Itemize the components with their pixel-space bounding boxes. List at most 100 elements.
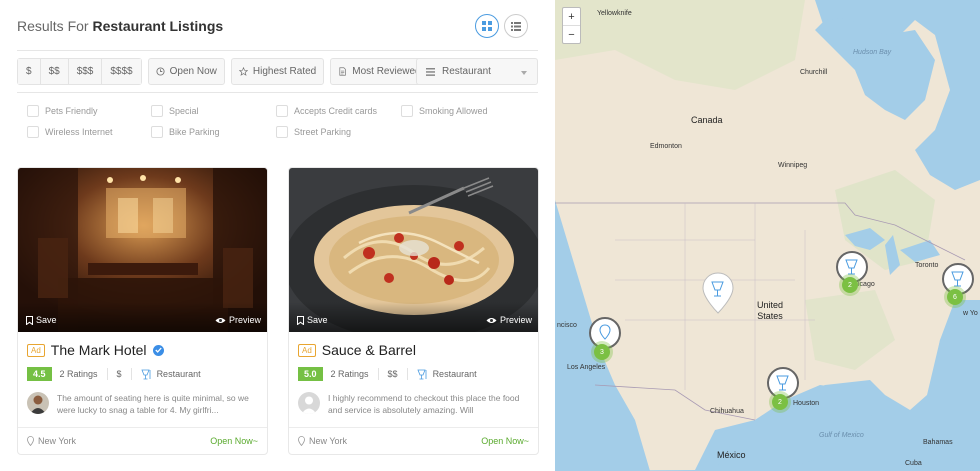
amenity-wireless-internet[interactable]: Wireless Internet [27,126,113,138]
listing-card[interactable]: Save Preview Ad The Mark Hotel 4.5 2 Rat… [17,167,268,455]
ratings-count: 2 Ratings [59,369,98,379]
map-label-united-states: United States [756,300,783,321]
map-pin-icon [298,436,305,446]
open-status: Open Now~ [210,436,258,446]
cutlery-icon [416,369,426,379]
ad-badge: Ad [27,343,45,357]
price-filter-group: $ $$ $$$ $$$$ [17,58,142,85]
map-label-chihuahua: Chihuahua [710,408,744,415]
open-status: Open Now~ [481,436,529,446]
amenity-smoking-allowed[interactable]: Smoking Allowed [401,105,488,117]
cutlery-icon [140,369,150,379]
listing-image[interactable]: Save Preview [289,168,538,332]
listing-title[interactable]: The Mark Hotel [51,342,147,358]
map-label-canada: Canada [691,115,723,125]
divider [17,50,538,51]
save-button[interactable]: Save [26,315,57,325]
map-label-mexico: México [717,450,746,460]
preview-button[interactable]: Preview [215,315,261,325]
amenity-street-parking[interactable]: Street Parking [276,126,351,138]
listing-title[interactable]: Sauce & Barrel [322,342,416,358]
map-cluster[interactable]: 3 [594,344,610,360]
divider [377,368,379,380]
price-filter-2[interactable]: $$ [40,59,69,84]
ad-badge: Ad [298,343,316,357]
category-label: Restaurant [432,369,477,379]
map-marker-icon [702,272,734,314]
price-filter-1[interactable]: $ [18,59,41,84]
checkbox[interactable] [401,105,413,117]
divider [106,368,108,380]
map-cluster[interactable]: 6 [947,289,963,305]
amenity-special[interactable]: Special [151,105,199,117]
map-label-churchill: Churchill [800,69,828,76]
listing-panel: Results For Restaurant Listings $ $$ $$$… [0,0,555,471]
review-snippet: I highly recommend to checkout this plac… [298,392,531,416]
map-label-hudson-bay: Hudson Bay [853,49,892,56]
list-view-button[interactable] [504,14,528,38]
map-label-new-york: w Yo [963,310,978,317]
map-pin-icon [27,436,34,446]
grid-icon [482,21,492,31]
rating-badge: 5.0 [298,367,323,381]
open-now-button[interactable]: Open Now [147,58,225,85]
document-icon [339,67,346,76]
card-meta: 4.5 2 Ratings $ Restaurant [27,366,201,382]
amenity-bike-parking[interactable]: Bike Parking [151,126,220,138]
listing-image[interactable]: Save Preview [18,168,267,332]
save-button[interactable]: Save [297,315,328,325]
map-label-yellowknife: Yellowknife [597,10,632,17]
map-label-toronto: Toronto [915,262,939,269]
bookmark-icon [26,315,33,325]
checkbox[interactable] [276,126,288,138]
zoom-in-button[interactable]: + [563,8,580,26]
map-label-edmonton: Edmonton [650,143,682,150]
zoom-out-button[interactable]: − [563,26,580,44]
most-reviewed-button[interactable]: Most Reviewed [330,58,429,85]
verified-icon [152,344,164,356]
price-filter-4[interactable]: $$$$ [102,59,141,84]
card-title-row: Ad The Mark Hotel [27,342,164,358]
checkbox[interactable] [151,105,163,117]
grid-view-button[interactable] [475,14,499,38]
list-icon [511,21,521,31]
checkbox[interactable] [151,126,163,138]
map-cluster[interactable]: 2 [772,394,788,410]
review-text: I highly recommend to checkout this plac… [328,393,520,415]
checkbox[interactable] [27,126,39,138]
filter-bar: $ $$ $$$ $$$$ Open Now Highest Rated Mos… [17,58,429,85]
category-select[interactable]: Restaurant [416,58,538,85]
card-title-row: Ad Sauce & Barrel [298,342,416,358]
rating-badge: 4.5 [27,367,52,381]
checkbox[interactable] [276,105,288,117]
location: New York [27,436,76,446]
review-snippet: The amount of seating here is quite mini… [27,392,260,416]
bookmark-icon [297,315,304,325]
map-label-cuba: Cuba [905,460,922,467]
card-meta: 5.0 2 Ratings $$ Restaurant [298,366,477,382]
price-filter-3[interactable]: $$$ [68,59,103,84]
list-icon [426,67,435,76]
map-cluster[interactable]: 2 [842,277,858,293]
price-level: $ [116,369,122,379]
avatar [298,392,320,414]
card-footer: New York Open Now~ [289,427,538,454]
amenity-pets-friendly[interactable]: Pets Friendly [27,105,98,117]
listing-card[interactable]: Save Preview Ad Sauce & Barrel 5.0 2 Rat… [288,167,539,455]
map-label-bahamas: Bahamas [923,439,953,446]
clock-icon [156,67,165,76]
chevron-down-icon [521,71,527,75]
map[interactable]: Yellowknife Hudson Bay Churchill Canada … [555,0,980,471]
ratings-count: 2 Ratings [330,369,369,379]
price-level: $$ [387,369,398,379]
star-icon [238,67,248,76]
map-label-francisco: ncisco [557,322,577,329]
map-pin[interactable] [702,272,734,319]
highest-rated-button[interactable]: Highest Rated [230,58,325,85]
preview-button[interactable]: Preview [486,315,532,325]
map-label-winnipeg: Winnipeg [778,162,808,169]
amenity-accepts-credit-cards[interactable]: Accepts Credit cards [276,105,377,117]
checkbox[interactable] [27,105,39,117]
review-text: The amount of seating here is quite mini… [57,393,249,415]
category-label: Restaurant [156,369,201,379]
